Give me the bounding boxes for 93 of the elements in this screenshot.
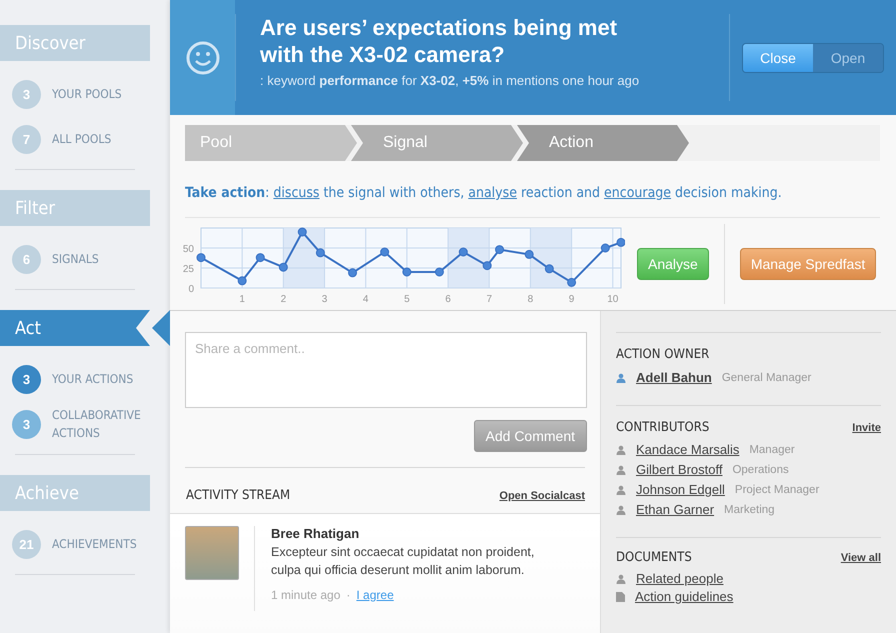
- take-action-text: Take action: discuss the signal with others, analyse reaction and encourage decision making.: [185, 185, 880, 218]
- nav-link[interactable]: YOUR ACTIONS: [52, 370, 147, 388]
- data-point: [567, 278, 576, 287]
- person-icon: [616, 484, 626, 494]
- count-badge: 3: [12, 364, 41, 394]
- person-icon: [616, 372, 626, 382]
- data-point: [616, 238, 625, 247]
- data-point: [196, 253, 206, 262]
- toggle-button[interactable]: Open: [813, 44, 883, 72]
- data-point: [600, 244, 610, 252]
- data-point: [278, 262, 288, 272]
- person-link[interactable]: Gilbert Brostoff: [636, 462, 722, 477]
- person-link[interactable]: Kandace Marsalis: [636, 442, 740, 457]
- data-point: [524, 250, 534, 259]
- nav-link[interactable]: SIGNALS: [52, 250, 147, 268]
- data-point: [402, 268, 412, 276]
- axis-label: 8: [528, 294, 534, 305]
- section-title: CONTRIBUTORS: [616, 420, 710, 435]
- axis-label: 4: [362, 294, 368, 305]
- axis-label: 50: [182, 244, 194, 255]
- view-all-link[interactable]: View all: [840, 552, 881, 564]
- person-role: Manager: [749, 444, 795, 456]
- invite-link[interactable]: Invite: [852, 422, 881, 434]
- action-button[interactable]: Analyse: [637, 248, 709, 280]
- axis-label: 6: [445, 294, 451, 305]
- axis-label: 25: [182, 264, 194, 275]
- agree-link[interactable]: I agree: [356, 588, 394, 602]
- separator-dot: ·: [346, 588, 350, 602]
- data-point: [298, 228, 307, 236]
- nav-link[interactable]: COLLABORATIVE ACTIONS: [52, 406, 147, 442]
- axis-label: 1: [239, 294, 245, 305]
- person-link[interactable]: Johnson Edgell: [636, 482, 725, 497]
- step[interactable]: Pool: [185, 125, 357, 161]
- axis-label: 10: [607, 294, 618, 305]
- nav-link[interactable]: ACHIEVEMENTS: [52, 535, 147, 553]
- smiley-icon: [186, 40, 220, 74]
- nav-link[interactable]: YOUR POOLS: [52, 85, 147, 103]
- nav-link[interactable]: ALL POOLS: [52, 130, 147, 148]
- person-role: Marketing: [724, 504, 775, 516]
- person-link[interactable]: Ethan Garner: [636, 502, 714, 517]
- axis-label: 5: [404, 294, 410, 305]
- person-icon: [616, 504, 626, 514]
- data-point: [348, 268, 358, 278]
- section-title: DOCUMENTS: [616, 550, 692, 565]
- data-point: [458, 248, 468, 256]
- post-author: Bree Rhatigan: [271, 526, 360, 541]
- data-point: [238, 276, 247, 286]
- person-role: Project Manager: [734, 484, 820, 496]
- axis-label: 9: [568, 294, 574, 305]
- count-badge: 21: [12, 530, 41, 558]
- post-text: Excepteur sint occaecat cupidatat non proident, culpa qui officia deserunt mollit anim laborum.: [271, 544, 536, 579]
- data-point: [256, 253, 265, 262]
- photo-placeholder: [185, 526, 239, 580]
- axis-label: 2: [280, 294, 286, 305]
- section-title: ACTION OWNER: [616, 347, 710, 362]
- post-time: 1 minute ago: [271, 588, 340, 602]
- document-link[interactable]: Related people: [636, 571, 724, 586]
- document-link[interactable]: Action guidelines: [635, 589, 734, 604]
- add-comment-button[interactable]: Add Comment: [474, 420, 587, 452]
- signal-title: Are users’ expectations being met with the X3-02 camera?: [260, 14, 618, 68]
- data-point: [495, 245, 504, 254]
- section-heading[interactable]: Discover: [0, 25, 150, 61]
- action-link[interactable]: encourage: [604, 185, 672, 201]
- socialcast-link[interactable]: Open Socialcast: [499, 490, 585, 502]
- axis-label: 0: [188, 284, 194, 295]
- action-button[interactable]: Manage Spredfast: [740, 248, 876, 280]
- step[interactable]: Action: [517, 125, 689, 161]
- signal-subtitle: : keyword performance for X3-02, +5% in mentions one hour ago: [260, 73, 640, 88]
- person-link[interactable]: Adell Bahun: [636, 370, 712, 385]
- axis-label: 7: [486, 294, 492, 305]
- person-role: Operations: [732, 464, 789, 476]
- toggle-button[interactable]: Close: [743, 44, 813, 72]
- count-badge: 6: [12, 244, 41, 274]
- section-heading[interactable]: Achieve: [0, 475, 150, 511]
- data-point: [482, 261, 492, 270]
- comment-field[interactable]: Share a comment..: [185, 332, 587, 408]
- axis-label: 3: [322, 294, 328, 305]
- section-title: ACTIVITY STREAM: [186, 488, 290, 503]
- person-icon: [616, 574, 626, 584]
- person-icon: [616, 464, 626, 474]
- action-link[interactable]: discuss: [273, 185, 320, 201]
- step[interactable]: Signal: [351, 125, 523, 161]
- data-point: [544, 264, 554, 274]
- person-role: General Manager: [722, 372, 812, 384]
- person-icon: [616, 444, 626, 454]
- data-point: [380, 248, 390, 256]
- count-badge: 3: [12, 410, 41, 438]
- count-badge: 3: [12, 80, 41, 108]
- data-point: [316, 248, 325, 258]
- count-badge: 7: [12, 124, 41, 154]
- document-icon: [616, 592, 625, 602]
- section-heading[interactable]: Filter: [0, 190, 150, 226]
- action-link[interactable]: analyse: [468, 185, 517, 201]
